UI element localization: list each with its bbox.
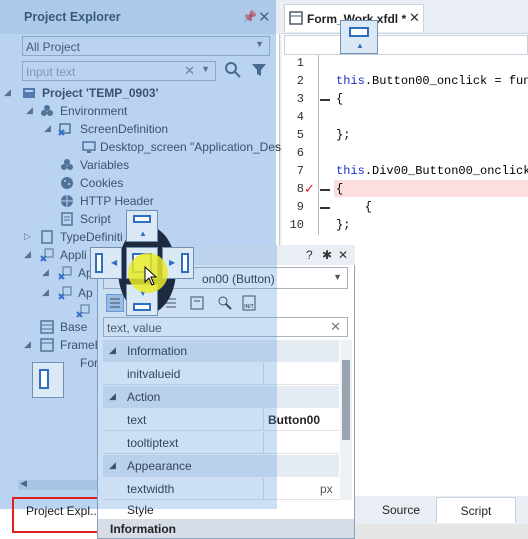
line-number: 8 (296, 182, 304, 196)
code-line[interactable]: }; (336, 218, 350, 232)
form-file-icon (289, 11, 303, 25)
dock-left-button[interactable]: ◀ (90, 247, 122, 279)
tab-script[interactable]: Script (436, 497, 516, 523)
pin-icon[interactable]: ✱ (322, 248, 332, 262)
clear-icon[interactable]: ✕ (330, 319, 341, 335)
dock-left-panel-button[interactable] (32, 362, 64, 398)
line-number: 9 (296, 200, 304, 214)
fold-marker-icon[interactable] (320, 99, 330, 101)
editor-toolbar (284, 35, 528, 55)
code-line[interactable]: }; (336, 128, 350, 142)
line-number: 2 (296, 74, 304, 88)
code-line[interactable]: this.Button00_onclick = func (336, 74, 528, 88)
line-number: 6 (296, 146, 304, 160)
project-explorer-tab-highlight[interactable] (12, 497, 104, 533)
code-line[interactable]: this.Div00_Button00_onclick (336, 164, 528, 178)
dock-top-button[interactable]: ▲ (126, 210, 158, 242)
line-number: 5 (296, 128, 304, 142)
fold-marker-icon[interactable] (320, 207, 330, 209)
help-icon[interactable]: ? (306, 248, 313, 262)
line-number: 7 (296, 164, 304, 178)
description-title: Information (110, 522, 176, 536)
scrollbar-thumb[interactable] (342, 360, 350, 440)
code-line[interactable]: { (336, 182, 343, 196)
chevron-down-icon: ▼ (333, 272, 342, 282)
highlighted-line (334, 180, 528, 197)
fold-marker-icon[interactable] (320, 189, 330, 191)
close-icon[interactable]: ✕ (338, 248, 348, 262)
code-line[interactable]: { (336, 92, 343, 106)
line-number: 3 (296, 92, 304, 106)
close-tab-icon[interactable]: ✕ (409, 10, 420, 26)
tab-source[interactable]: Source (368, 497, 434, 523)
line-number: 10 (289, 218, 304, 232)
check-mark-icon: ✓ (304, 181, 315, 196)
code-line[interactable]: { (336, 200, 372, 214)
line-number: 4 (296, 110, 304, 124)
dock-top-editor-button[interactable]: ▲ (340, 20, 378, 54)
gutter-separator (318, 55, 319, 235)
prop-unit: px (320, 482, 333, 496)
mouse-cursor-icon (144, 266, 158, 286)
line-number: 1 (296, 56, 304, 70)
